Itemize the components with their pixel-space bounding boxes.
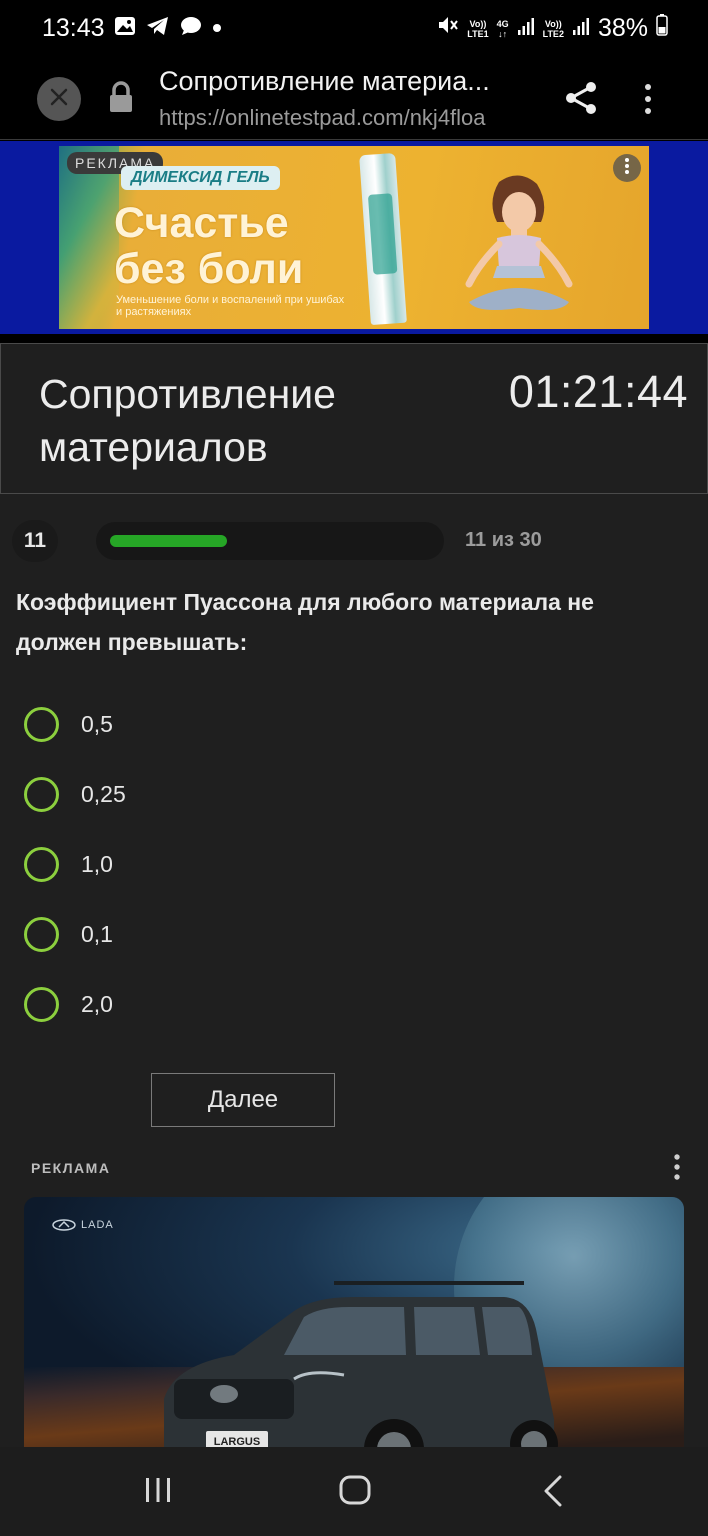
answer-option[interactable]: 0,25 <box>24 774 126 814</box>
answer-label: 2,0 <box>81 990 113 1017</box>
top-ad-banner[interactable]: РЕКЛАМА ДИМЕКСИД ГЕЛЬ Счастье без боли У… <box>59 146 649 329</box>
telegram-icon <box>146 16 170 41</box>
sim1-indicator: Vo)) LTE1 <box>467 19 488 39</box>
progress-row: 11 11 из 30 <box>0 520 708 564</box>
network-line2: ↓↑ <box>498 28 508 39</box>
signal-icon <box>572 15 590 43</box>
back-icon[interactable] <box>540 1475 566 1512</box>
status-bar: 13:43 Vo)) LTE1 4G ↓↑ Vo)) LTE2 38% <box>0 0 708 58</box>
ad-brand: ДИМЕКСИД ГЕЛЬ <box>121 166 280 190</box>
battery-icon <box>656 14 668 43</box>
chat-icon <box>180 16 202 41</box>
car-ad-image[interactable]: LADA LARGUS <box>24 1197 684 1457</box>
sim1-line1: Vo)) <box>469 18 487 29</box>
answer-option[interactable]: 1,0 <box>24 844 113 884</box>
close-tab-button[interactable] <box>37 77 81 121</box>
ad-options-button[interactable] <box>613 154 641 182</box>
answer-label: 0,5 <box>81 710 113 737</box>
sim1-line2: LTE1 <box>467 28 489 39</box>
ad-slogan-line1: Счастье <box>114 199 289 247</box>
status-right: Vo)) LTE1 4G ↓↑ Vo)) LTE2 38% <box>437 14 668 43</box>
signal-icon <box>517 15 535 43</box>
mute-icon <box>437 14 459 43</box>
recent-apps-icon[interactable] <box>143 1475 173 1510</box>
ad-options-icon[interactable] <box>667 1152 687 1187</box>
custom-tab-toolbar: Сопротивление материа... https://onlinet… <box>0 58 708 140</box>
test-header: Сопротивление материалов 01:21:44 <box>0 344 708 494</box>
page-title: Сопротивление материа... <box>159 66 490 96</box>
radio-button[interactable] <box>24 706 59 742</box>
yoga-girl-image <box>465 175 573 310</box>
answer-option[interactable]: 0,1 <box>24 914 113 954</box>
more-options-icon[interactable] <box>641 82 655 121</box>
ad-subtitle: Уменьшение боли и воспалений при ушибах … <box>116 294 345 318</box>
dot-icon <box>212 20 222 38</box>
ad-label: РЕКЛАМА <box>31 1160 111 1176</box>
status-time: 13:43 <box>42 14 105 42</box>
ad-slogan: Счастье без боли <box>114 200 303 292</box>
close-icon <box>49 87 69 112</box>
radio-button[interactable] <box>24 846 59 882</box>
test-timer: 01:21:44 <box>508 366 688 417</box>
sim2-line2: LTE2 <box>542 28 564 39</box>
next-button[interactable]: Далее <box>151 1073 335 1127</box>
progress-text: 11 из 30 <box>465 529 542 551</box>
answer-label: 0,25 <box>81 780 126 807</box>
answer-option[interactable]: 2,0 <box>24 984 113 1024</box>
page-url[interactable]: https://onlinetestpad.com/nkj4floa <box>159 105 486 131</box>
gel-tube-image <box>359 152 407 326</box>
battery-percent: 38% <box>597 14 648 42</box>
network-line1: 4G <box>496 18 509 29</box>
ad-slogan-line2: без боли <box>114 245 304 293</box>
progress-bar <box>96 522 444 560</box>
system-navigation-bar <box>0 1447 708 1536</box>
sim2-indicator: Vo)) LTE2 <box>543 19 564 39</box>
lada-logo-text: LADA <box>81 1219 114 1231</box>
answer-label: 0,1 <box>81 920 113 947</box>
question-number: 11 <box>12 520 58 562</box>
image-icon <box>114 16 136 41</box>
ad-options-icon <box>624 157 630 180</box>
radio-button[interactable] <box>24 776 59 812</box>
sim2-line1: Vo)) <box>544 18 562 29</box>
network-indicator: 4G ↓↑ <box>497 19 509 39</box>
test-card: Сопротивление материалов 01:21:44 11 11 … <box>0 343 708 1457</box>
answer-label: 1,0 <box>81 850 113 877</box>
share-icon[interactable] <box>563 80 599 121</box>
answer-option[interactable]: 0,5 <box>24 704 113 744</box>
radio-button[interactable] <box>24 986 59 1022</box>
question-text: Коэффициент Пуассона для любого материал… <box>16 589 594 655</box>
notification-icons <box>114 16 222 41</box>
top-ad-container: РЕКЛАМА ДИМЕКСИД ГЕЛЬ Счастье без боли У… <box>0 141 708 334</box>
lada-logo: LADA <box>52 1219 114 1231</box>
car-image: LARGUS <box>164 1281 558 1457</box>
radio-button[interactable] <box>24 916 59 952</box>
home-icon[interactable] <box>339 1475 371 1510</box>
lock-icon[interactable] <box>108 81 134 118</box>
test-title: Сопротивление материалов <box>39 371 336 470</box>
progress-bar-fill <box>110 535 227 547</box>
